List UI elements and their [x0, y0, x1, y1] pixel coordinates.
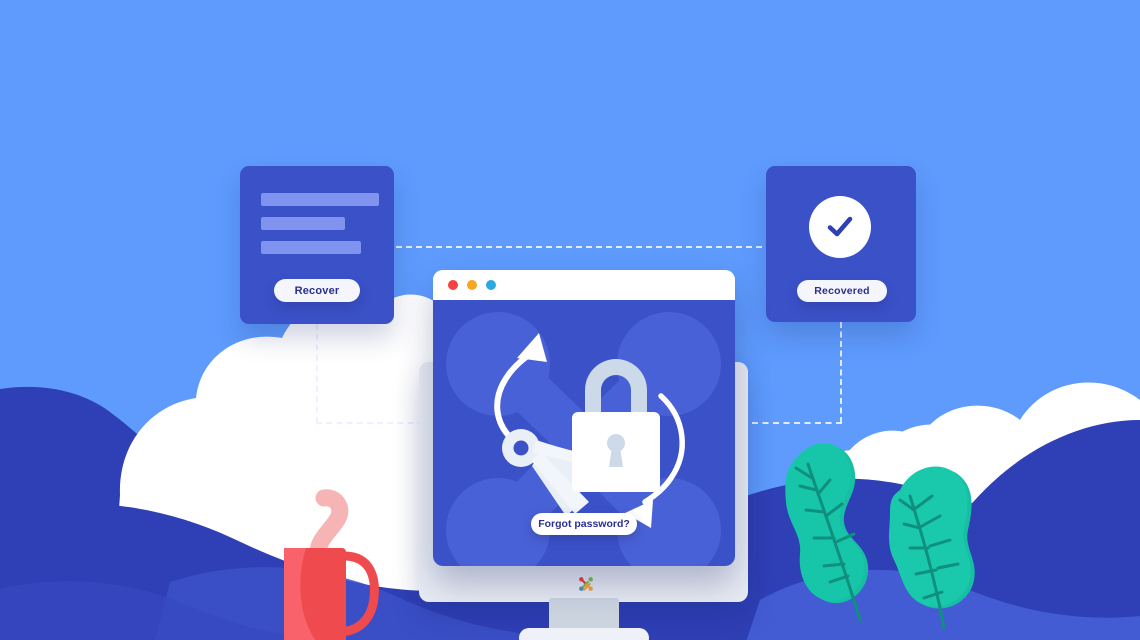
joomla-logo: [579, 577, 593, 591]
browser-title-bar[interactable]: [433, 270, 735, 300]
recovered-button-label: Recovered: [814, 285, 870, 297]
browser-window[interactable]: Forgot password?: [433, 270, 735, 566]
close-dot-red[interactable]: [448, 280, 458, 290]
monitor-base: [519, 628, 649, 640]
minimize-dot-yellow[interactable]: [467, 280, 477, 290]
arrow-up-icon: [494, 333, 547, 448]
leaf-left: [785, 443, 869, 622]
forgot-password-label: Forgot password?: [538, 518, 630, 530]
mug-handle-ring: [337, 551, 379, 637]
recover-button[interactable]: Recover: [274, 279, 360, 302]
connector-top-horizontal: [316, 246, 842, 248]
padlock-icon: [572, 359, 660, 492]
recover-card-line-1: [261, 193, 379, 206]
recover-card-line-3: [261, 241, 361, 254]
maximize-dot-blue[interactable]: [486, 280, 496, 290]
plant-leaves: [785, 443, 975, 630]
recover-button-label: Recover: [294, 284, 340, 297]
recover-card-line-2: [261, 217, 345, 230]
leaf-right: [889, 466, 975, 630]
check-mark-icon: [827, 216, 853, 237]
connector-right-vertical: [840, 322, 842, 423]
forgot-password-button[interactable]: Forgot password?: [531, 513, 637, 535]
check-circle-icon: [809, 196, 871, 258]
browser-content: Forgot password?: [433, 300, 735, 566]
connector-bottom-left-horizontal: [316, 422, 434, 424]
illustration-canvas: Recover Recovered Forgot password?: [0, 0, 1140, 640]
connector-left-vertical: [316, 324, 318, 423]
coffee-mug: [284, 489, 379, 640]
recovered-button[interactable]: Recovered: [797, 280, 887, 302]
